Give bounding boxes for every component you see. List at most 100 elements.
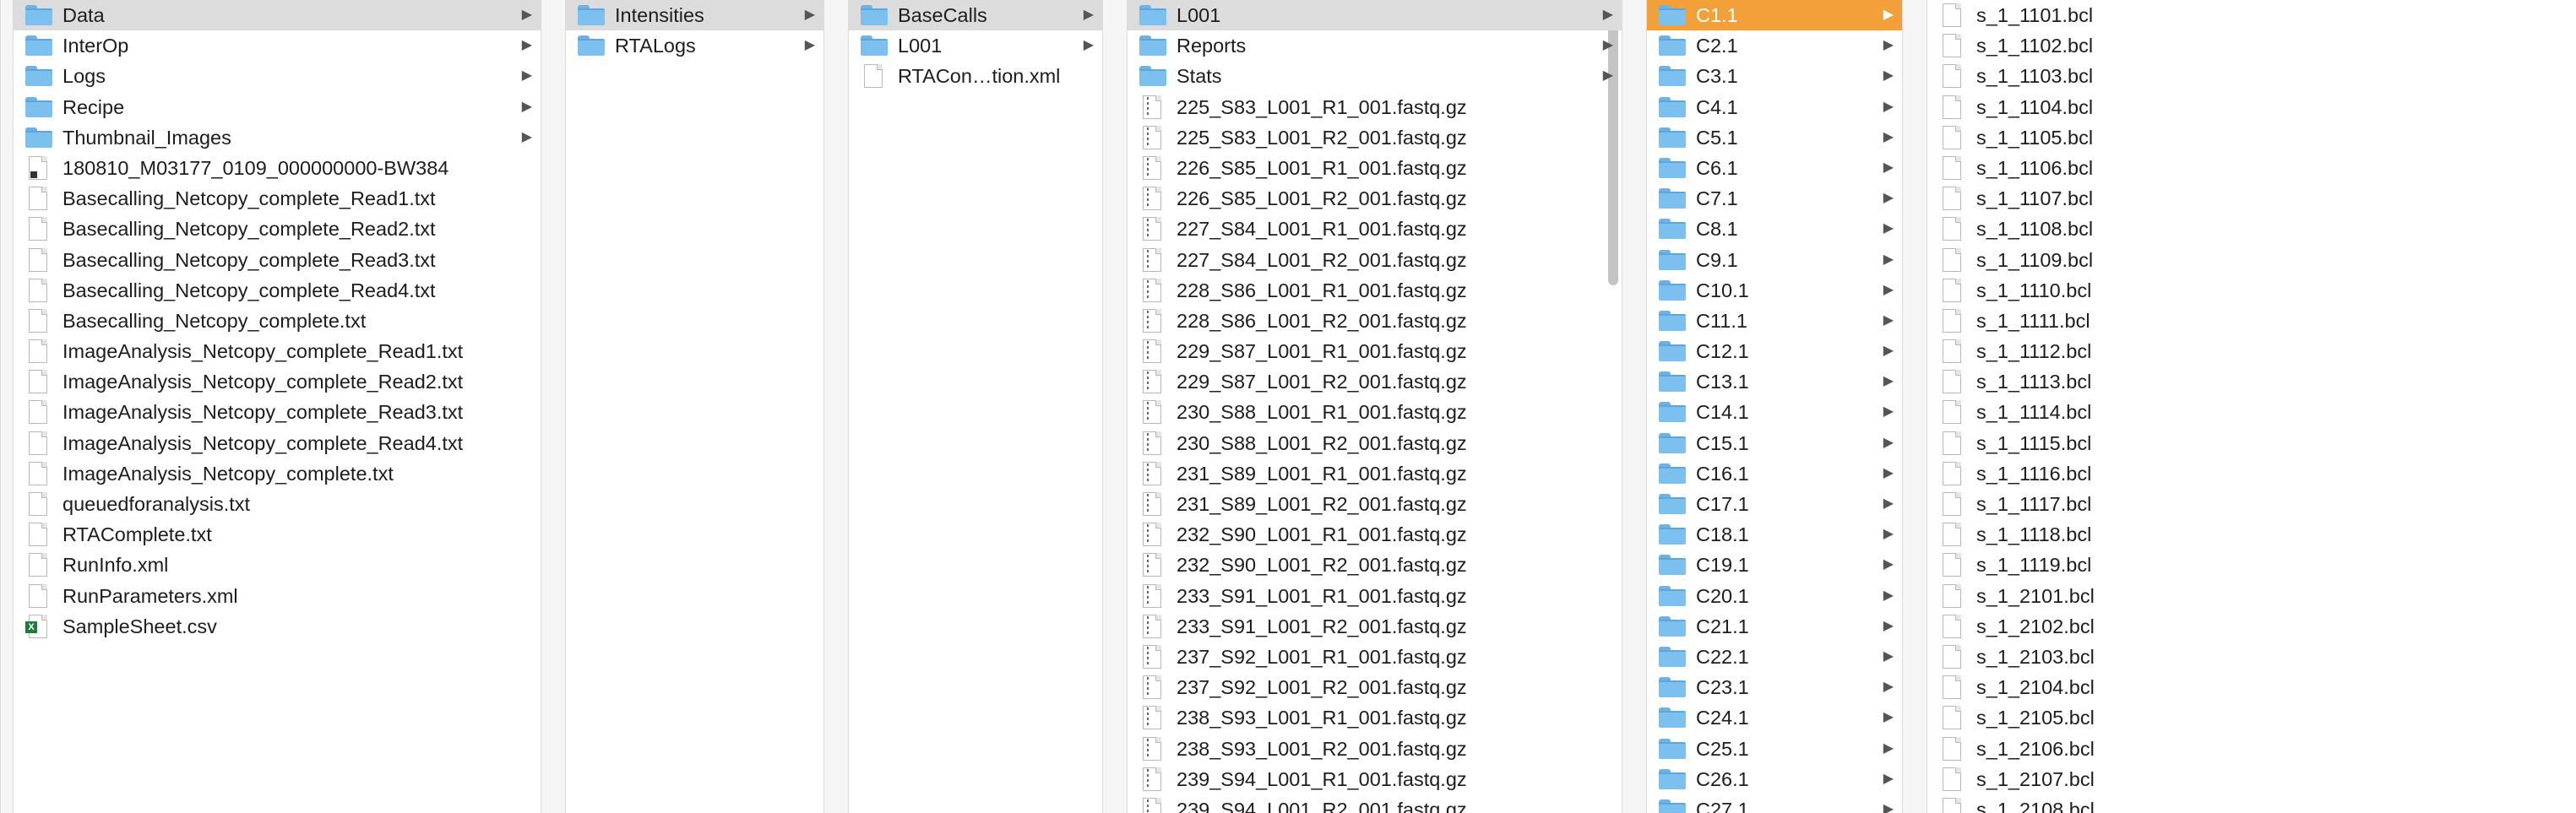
file-row[interactable]: s_1_1117.bcl bbox=[1927, 489, 2576, 519]
file-row[interactable]: RunInfo.xml bbox=[14, 550, 541, 580]
file-row[interactable]: Basecalling_Netcopy_complete_Read3.txt bbox=[14, 245, 541, 275]
file-row[interactable]: queuedforanalysis.txt bbox=[14, 489, 541, 519]
folder-row[interactable]: Recipe ▶ bbox=[14, 92, 541, 122]
column-divider[interactable] bbox=[1622, 0, 1647, 813]
file-row[interactable]: 239_S94_L001_R2_001.fastq.gz bbox=[1128, 794, 1622, 813]
folder-row[interactable]: C3.1 ▶ bbox=[1647, 61, 1902, 91]
file-row[interactable]: 226_S85_L001_R2_001.fastq.gz bbox=[1128, 183, 1622, 214]
file-row[interactable]: RunParameters.xml bbox=[14, 581, 541, 611]
folder-row[interactable]: L001 ▶ bbox=[849, 30, 1102, 61]
file-row[interactable]: Basecalling_Netcopy_complete.txt bbox=[14, 306, 541, 336]
file-row[interactable]: s_1_1104.bcl bbox=[1927, 92, 2576, 122]
file-row[interactable]: 227_S84_L001_R1_001.fastq.gz bbox=[1128, 214, 1622, 244]
file-row[interactable]: s_1_1119.bcl bbox=[1927, 550, 2576, 580]
file-row[interactable]: s_1_2102.bcl bbox=[1927, 611, 2576, 642]
folder-row[interactable]: C5.1 ▶ bbox=[1647, 122, 1902, 153]
file-row[interactable]: 231_S89_L001_R1_001.fastq.gz bbox=[1128, 458, 1622, 489]
folder-row[interactable]: C11.1 ▶ bbox=[1647, 306, 1902, 336]
file-row[interactable]: s_1_1118.bcl bbox=[1927, 519, 2576, 550]
folder-row[interactable]: C7.1 ▶ bbox=[1647, 183, 1902, 214]
folder-row[interactable]: C2.1 ▶ bbox=[1647, 30, 1902, 61]
file-row[interactable]: 230_S88_L001_R2_001.fastq.gz bbox=[1128, 428, 1622, 458]
file-row[interactable]: 233_S91_L001_R1_001.fastq.gz bbox=[1128, 581, 1622, 611]
file-row[interactable]: 229_S87_L001_R2_001.fastq.gz bbox=[1128, 366, 1622, 397]
file-row[interactable]: s_1_2105.bcl bbox=[1927, 702, 2576, 733]
file-row[interactable]: 228_S86_L001_R2_001.fastq.gz bbox=[1128, 306, 1622, 336]
folder-row[interactable]: C12.1 ▶ bbox=[1647, 336, 1902, 366]
file-row[interactable]: s_1_1109.bcl bbox=[1927, 245, 2576, 275]
file-row[interactable]: s_1_1108.bcl bbox=[1927, 214, 2576, 244]
file-row[interactable]: s_1_2101.bcl bbox=[1927, 581, 2576, 611]
column-divider[interactable] bbox=[823, 0, 849, 813]
file-row[interactable]: X SampleSheet.csv bbox=[14, 611, 541, 642]
folder-row[interactable]: C18.1 ▶ bbox=[1647, 519, 1902, 550]
column-divider[interactable] bbox=[1102, 0, 1128, 813]
file-row[interactable]: 225_S83_L001_R2_001.fastq.gz bbox=[1128, 122, 1622, 153]
file-row[interactable]: s_1_1110.bcl bbox=[1927, 275, 2576, 306]
file-row[interactable]: 237_S92_L001_R1_001.fastq.gz bbox=[1128, 642, 1622, 672]
file-row[interactable]: 231_S89_L001_R2_001.fastq.gz bbox=[1128, 489, 1622, 519]
folder-row[interactable]: Intensities ▶ bbox=[566, 0, 823, 31]
folder-row[interactable]: C10.1 ▶ bbox=[1647, 275, 1902, 306]
folder-row[interactable]: Data ▶ bbox=[14, 0, 541, 31]
folder-row[interactable]: Stats ▶ bbox=[1128, 61, 1622, 91]
file-row[interactable]: Basecalling_Netcopy_complete_Read2.txt bbox=[14, 214, 541, 244]
folder-row[interactable]: C26.1 ▶ bbox=[1647, 764, 1902, 794]
folder-row[interactable]: C27.1 ▶ bbox=[1647, 794, 1902, 813]
file-row[interactable]: Basecalling_Netcopy_complete_Read1.txt bbox=[14, 183, 541, 214]
folder-row[interactable]: C4.1 ▶ bbox=[1647, 92, 1902, 122]
file-row[interactable]: 238_S93_L001_R2_001.fastq.gz bbox=[1128, 734, 1622, 764]
folder-row[interactable]: C22.1 ▶ bbox=[1647, 642, 1902, 672]
folder-row[interactable]: C21.1 ▶ bbox=[1647, 611, 1902, 642]
file-row[interactable]: 228_S86_L001_R1_001.fastq.gz bbox=[1128, 275, 1622, 306]
file-row[interactable]: s_1_2107.bcl bbox=[1927, 764, 2576, 794]
file-row[interactable]: 226_S85_L001_R1_001.fastq.gz bbox=[1128, 153, 1622, 183]
folder-row[interactable]: RTALogs ▶ bbox=[566, 30, 823, 61]
file-row[interactable]: 232_S90_L001_R1_001.fastq.gz bbox=[1128, 519, 1622, 550]
file-row[interactable]: 237_S92_L001_R2_001.fastq.gz bbox=[1128, 672, 1622, 702]
file-row[interactable]: 229_S87_L001_R1_001.fastq.gz bbox=[1128, 336, 1622, 366]
folder-row[interactable]: C13.1 ▶ bbox=[1647, 366, 1902, 397]
file-row[interactable]: 227_S84_L001_R2_001.fastq.gz bbox=[1128, 245, 1622, 275]
file-row[interactable]: s_1_1112.bcl bbox=[1927, 336, 2576, 366]
file-row[interactable]: s_1_1102.bcl bbox=[1927, 30, 2576, 61]
file-row[interactable]: 225_S83_L001_R1_001.fastq.gz bbox=[1128, 92, 1622, 122]
folder-row[interactable]: C16.1 ▶ bbox=[1647, 458, 1902, 489]
file-row[interactable]: ImageAnalysis_Netcopy_complete_Read3.txt bbox=[14, 397, 541, 427]
file-row[interactable]: 238_S93_L001_R1_001.fastq.gz bbox=[1128, 702, 1622, 733]
column-divider[interactable] bbox=[541, 0, 566, 813]
folder-row[interactable]: C8.1 ▶ bbox=[1647, 214, 1902, 244]
file-row[interactable]: s_1_1115.bcl bbox=[1927, 428, 2576, 458]
file-row[interactable]: s_1_1107.bcl bbox=[1927, 183, 2576, 214]
folder-row[interactable]: C17.1 ▶ bbox=[1647, 489, 1902, 519]
file-row[interactable]: s_1_2108.bcl bbox=[1927, 794, 2576, 813]
folder-row[interactable]: Reports ▶ bbox=[1128, 30, 1622, 61]
file-row[interactable]: s_1_1113.bcl bbox=[1927, 366, 2576, 397]
folder-row[interactable]: C15.1 ▶ bbox=[1647, 428, 1902, 458]
folder-row[interactable]: C25.1 ▶ bbox=[1647, 734, 1902, 764]
file-row[interactable]: ImageAnalysis_Netcopy_complete_Read1.txt bbox=[14, 336, 541, 366]
folder-row[interactable]: C24.1 ▶ bbox=[1647, 702, 1902, 733]
file-row[interactable]: 180810_M03177_0109_000000000-BW384 bbox=[14, 153, 541, 183]
folder-row[interactable]: Logs ▶ bbox=[14, 61, 541, 91]
file-row[interactable]: s_1_1101.bcl bbox=[1927, 0, 2576, 30]
file-row[interactable]: ImageAnalysis_Netcopy_complete_Read2.txt bbox=[14, 366, 541, 397]
file-row[interactable]: s_1_1106.bcl bbox=[1927, 153, 2576, 183]
file-row[interactable]: ImageAnalysis_Netcopy_complete.txt bbox=[14, 458, 541, 489]
file-row[interactable]: Basecalling_Netcopy_complete_Read4.txt bbox=[14, 275, 541, 306]
file-row[interactable]: s_1_1111.bcl bbox=[1927, 306, 2576, 336]
file-row[interactable]: RTAComplete.txt bbox=[14, 519, 541, 550]
file-row[interactable]: s_1_1103.bcl bbox=[1927, 61, 2576, 91]
folder-row[interactable]: Thumbnail_Images ▶ bbox=[14, 122, 541, 153]
file-row[interactable]: s_1_1105.bcl bbox=[1927, 122, 2576, 153]
folder-row[interactable]: C23.1 ▶ bbox=[1647, 672, 1902, 702]
file-row[interactable]: 232_S90_L001_R2_001.fastq.gz bbox=[1128, 550, 1622, 580]
folder-row[interactable]: C14.1 ▶ bbox=[1647, 397, 1902, 427]
folder-row[interactable]: C19.1 ▶ bbox=[1647, 550, 1902, 580]
folder-row[interactable]: C9.1 ▶ bbox=[1647, 245, 1902, 275]
file-row[interactable]: s_1_1116.bcl bbox=[1927, 458, 2576, 489]
file-row[interactable]: s_1_1114.bcl bbox=[1927, 397, 2576, 427]
file-row[interactable]: s_1_2106.bcl bbox=[1927, 734, 2576, 764]
file-row[interactable]: s_1_2103.bcl bbox=[1927, 642, 2576, 672]
file-row[interactable]: 239_S94_L001_R1_001.fastq.gz bbox=[1128, 764, 1622, 794]
